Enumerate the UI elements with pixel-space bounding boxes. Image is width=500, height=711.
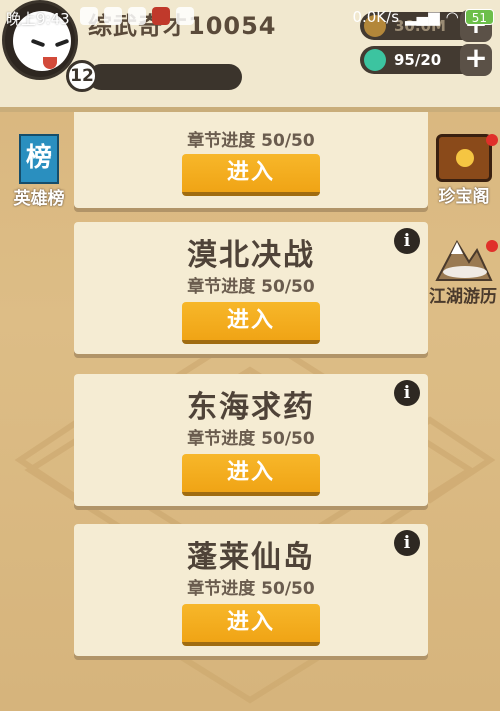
gem-counter: 95/20 +	[360, 44, 492, 76]
gem-icon	[364, 49, 386, 71]
treasure-pavilion-button[interactable]: 珍宝阁	[428, 134, 500, 207]
jianghu-label: 江湖游历	[429, 287, 497, 307]
chapter-card: 章节进度 50/50 进入	[74, 108, 428, 208]
treasure-chest-icon	[436, 134, 492, 182]
chapter-card: 蓬莱仙岛 i 章节进度 50/50 进入	[74, 524, 428, 656]
mountain-svg	[435, 239, 493, 281]
add-gems-button[interactable]: +	[460, 44, 492, 76]
star-icon	[456, 149, 474, 167]
notification-dot	[486, 134, 498, 146]
info-icon[interactable]: i	[394, 228, 420, 254]
notification-icon	[152, 7, 170, 25]
info-icon[interactable]: i	[394, 530, 420, 556]
status-time: 晚上9:43	[6, 10, 70, 28]
hero-rank-label: 英雄榜	[13, 189, 65, 209]
notification-icon	[176, 7, 194, 25]
signal-icon: ▂▄▆	[405, 8, 440, 26]
notification-icon	[128, 7, 146, 25]
jianghu-travel-button[interactable]: 江湖游历	[426, 232, 500, 307]
enter-button[interactable]: 进入	[182, 604, 320, 646]
status-app-icons	[80, 7, 194, 25]
hero-rank-button[interactable]: 榜 英雄榜	[4, 134, 74, 209]
mountain-icon	[433, 232, 493, 282]
battery-icon: 51	[464, 9, 494, 25]
experience-bar	[88, 64, 242, 90]
status-right: 0.0K/s ▂▄▆ ◠ 51	[352, 8, 494, 26]
status-bar: 晚上9:43 0.0K/s ▂▄▆ ◠ 51	[0, 0, 500, 34]
info-icon[interactable]: i	[394, 380, 420, 406]
chapter-title: 漠北决战	[187, 238, 315, 273]
avatar-eye	[54, 38, 70, 48]
chapter-card: 东海求药 i 章节进度 50/50 进入	[74, 374, 428, 506]
chapter-progress: 章节进度 50/50	[187, 429, 315, 449]
enter-button[interactable]: 进入	[182, 302, 320, 344]
notification-dot	[486, 240, 498, 252]
chapter-title: 蓬莱仙岛	[187, 540, 315, 575]
avatar-eye	[30, 38, 46, 48]
chapter-progress: 章节进度 50/50	[187, 131, 315, 151]
rank-banner-icon: 榜	[19, 134, 59, 184]
notification-icon	[80, 7, 98, 25]
network-speed: 0.0K/s	[352, 8, 400, 26]
chapter-progress: 章节进度 50/50	[187, 579, 315, 599]
chapter-card: 漠北决战 i 章节进度 50/50 进入	[74, 222, 428, 354]
gem-value: 95/20	[394, 51, 442, 69]
player-level-badge: 12	[66, 60, 98, 92]
notification-icon	[104, 7, 122, 25]
enter-button[interactable]: 进入	[182, 154, 320, 196]
treasure-label: 珍宝阁	[438, 187, 490, 207]
wifi-icon: ◠	[445, 8, 459, 26]
enter-button[interactable]: 进入	[182, 454, 320, 496]
chapter-progress: 章节进度 50/50	[187, 277, 315, 297]
avatar-mouth	[43, 57, 57, 69]
chapter-title: 东海求药	[187, 390, 315, 425]
